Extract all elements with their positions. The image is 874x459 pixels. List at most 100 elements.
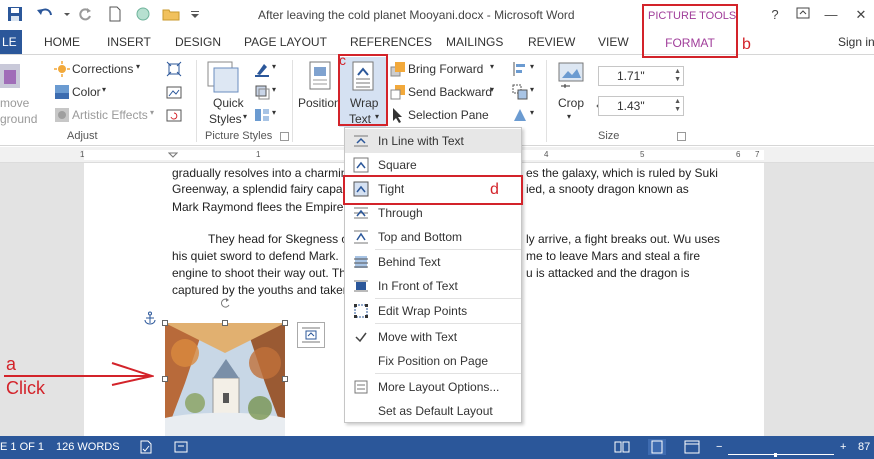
artistic-effects-icon[interactable] xyxy=(54,107,70,123)
remove-background-label-1[interactable]: move xyxy=(0,96,29,110)
change-picture-icon[interactable] xyxy=(166,84,182,100)
menu-item-square[interactable]: Square xyxy=(345,153,521,177)
compress-pictures-icon[interactable] xyxy=(166,61,182,77)
color-dropdown-icon[interactable]: ▾ xyxy=(102,85,106,94)
resize-handle[interactable] xyxy=(222,320,228,326)
undo-dropdown-icon[interactable] xyxy=(58,6,76,24)
picture-effects-dropdown-icon[interactable]: ▾ xyxy=(272,85,276,94)
menu-item-behind-text[interactable]: Behind Text xyxy=(345,250,521,274)
zoom-slider[interactable] xyxy=(728,446,834,457)
resize-handle[interactable] xyxy=(282,376,288,382)
picture-styles-launcher-icon[interactable] xyxy=(280,132,289,141)
customize-qat-icon[interactable] xyxy=(186,6,204,24)
menu-item-top-and-bottom[interactable]: Top and Bottom xyxy=(345,225,521,249)
group-objects-dropdown-icon[interactable]: ▾ xyxy=(530,85,534,94)
color-button[interactable]: Color xyxy=(72,85,101,99)
tab-mailings[interactable]: MAILINGS xyxy=(446,35,503,49)
tab-view[interactable]: VIEW xyxy=(598,35,629,49)
quick-styles-label-1[interactable]: Quick xyxy=(213,96,244,110)
menu-item-fix-position-on-page[interactable]: Fix Position on Page xyxy=(345,349,521,373)
proofing-icon[interactable] xyxy=(139,440,153,454)
crop-dropdown-icon[interactable]: ▾ xyxy=(567,112,571,121)
color-icon[interactable] xyxy=(54,84,70,100)
corrections-button[interactable]: Corrections xyxy=(72,62,133,76)
tab-design[interactable]: DESIGN xyxy=(175,35,221,49)
send-backward-button[interactable]: Send Backward xyxy=(408,85,492,99)
layout-status-icon[interactable] xyxy=(174,440,188,454)
align-dropdown-icon[interactable]: ▾ xyxy=(530,62,534,71)
open-folder-icon[interactable] xyxy=(162,6,180,24)
picture-effects-icon[interactable] xyxy=(254,84,270,100)
ruler-indent-marker-icon[interactable] xyxy=(167,151,179,161)
send-backward-icon[interactable] xyxy=(390,84,406,100)
page-count[interactable]: E 1 OF 1 xyxy=(0,441,44,453)
tab-references[interactable]: REFERENCES xyxy=(350,35,432,49)
word-count[interactable]: 126 WORDS xyxy=(56,441,120,453)
bring-forward-icon[interactable] xyxy=(390,61,406,77)
selection-pane-icon[interactable] xyxy=(390,107,406,123)
align-icon[interactable] xyxy=(512,61,528,77)
remove-background-label-2[interactable]: ground xyxy=(0,112,37,126)
quick-styles-label-2[interactable]: Styles xyxy=(209,112,242,126)
artistic-effects-button[interactable]: Artistic Effects xyxy=(72,108,148,122)
ribbon-display-options-icon[interactable] xyxy=(794,6,812,24)
menu-item-more-layout-options[interactable]: More Layout Options... xyxy=(345,375,521,399)
shape-height-spinner-icon[interactable]: ▲ ▼ xyxy=(674,68,681,84)
redo-icon[interactable] xyxy=(76,6,94,24)
menu-item-set-as-default-layout[interactable]: Set as Default Layout xyxy=(345,399,521,423)
close-button[interactable]: ✕ xyxy=(852,6,870,24)
bring-forward-dropdown-icon[interactable]: ▾ xyxy=(490,62,494,71)
corrections-dropdown-icon[interactable]: ▾ xyxy=(136,62,140,71)
reset-picture-icon[interactable] xyxy=(166,107,182,123)
resize-handle[interactable] xyxy=(162,376,168,382)
web-layout-icon[interactable] xyxy=(684,440,700,454)
read-mode-icon[interactable] xyxy=(614,440,630,454)
position-icon[interactable] xyxy=(308,61,334,91)
send-backward-dropdown-icon[interactable]: ▾ xyxy=(490,85,494,94)
undo-icon[interactable] xyxy=(36,6,54,24)
rotate-dropdown-icon[interactable]: ▾ xyxy=(530,108,534,117)
picture-border-dropdown-icon[interactable]: ▾ xyxy=(272,62,276,71)
layout-options-button[interactable] xyxy=(297,322,325,348)
menu-item-in-line-with-text[interactable]: In Line with Text xyxy=(345,129,521,153)
menu-item-edit-wrap-points[interactable]: Edit Wrap Points xyxy=(345,299,521,323)
new-document-icon[interactable] xyxy=(106,6,124,24)
quick-styles-dropdown-icon[interactable]: ▾ xyxy=(243,112,247,121)
zoom-out-button[interactable]: − xyxy=(716,441,722,453)
tab-home[interactable]: HOME xyxy=(44,35,80,49)
shape-height-input[interactable]: 1.71" ▲ ▼ xyxy=(598,66,684,86)
print-layout-icon[interactable] xyxy=(648,439,666,455)
rotate-handle-icon[interactable] xyxy=(219,297,231,309)
tab-insert[interactable]: INSERT xyxy=(107,35,151,49)
group-objects-icon[interactable] xyxy=(512,84,528,100)
circle-icon[interactable] xyxy=(134,6,152,24)
selected-picture[interactable] xyxy=(165,323,285,436)
zoom-in-button[interactable]: + xyxy=(840,441,846,453)
save-icon[interactable] xyxy=(6,6,24,24)
help-button[interactable]: ? xyxy=(766,6,784,24)
tab-file[interactable]: LE xyxy=(0,30,22,54)
picture-layout-dropdown-icon[interactable]: ▾ xyxy=(272,108,276,117)
picture-layout-icon[interactable] xyxy=(254,107,270,123)
corrections-icon[interactable] xyxy=(54,61,70,77)
quick-styles-icon[interactable] xyxy=(206,60,244,94)
menu-item-in-front-of-text[interactable]: In Front of Text xyxy=(345,274,521,298)
crop-icon[interactable] xyxy=(558,62,584,90)
picture-border-icon[interactable] xyxy=(254,61,270,77)
rotate-icon[interactable] xyxy=(512,107,528,123)
shape-width-input[interactable]: 1.43" ▲ ▼ xyxy=(598,96,684,116)
artistic-effects-dropdown-icon[interactable]: ▾ xyxy=(150,108,154,117)
resize-handle[interactable] xyxy=(162,320,168,326)
minimize-button[interactable]: — xyxy=(822,6,840,24)
resize-handle[interactable] xyxy=(282,320,288,326)
bring-forward-button[interactable]: Bring Forward xyxy=(408,62,483,76)
menu-item-move-with-text[interactable]: Move with Text xyxy=(345,325,521,349)
position-button[interactable]: Position xyxy=(298,96,341,110)
zoom-level[interactable]: 87 xyxy=(858,441,870,453)
selection-pane-button[interactable]: Selection Pane xyxy=(408,108,489,122)
sign-in-link[interactable]: Sign in xyxy=(838,35,874,49)
size-launcher-icon[interactable] xyxy=(677,132,686,141)
crop-button[interactable]: Crop xyxy=(558,96,584,110)
shape-width-spinner-icon[interactable]: ▲ ▼ xyxy=(674,98,681,114)
tab-review[interactable]: REVIEW xyxy=(528,35,575,49)
